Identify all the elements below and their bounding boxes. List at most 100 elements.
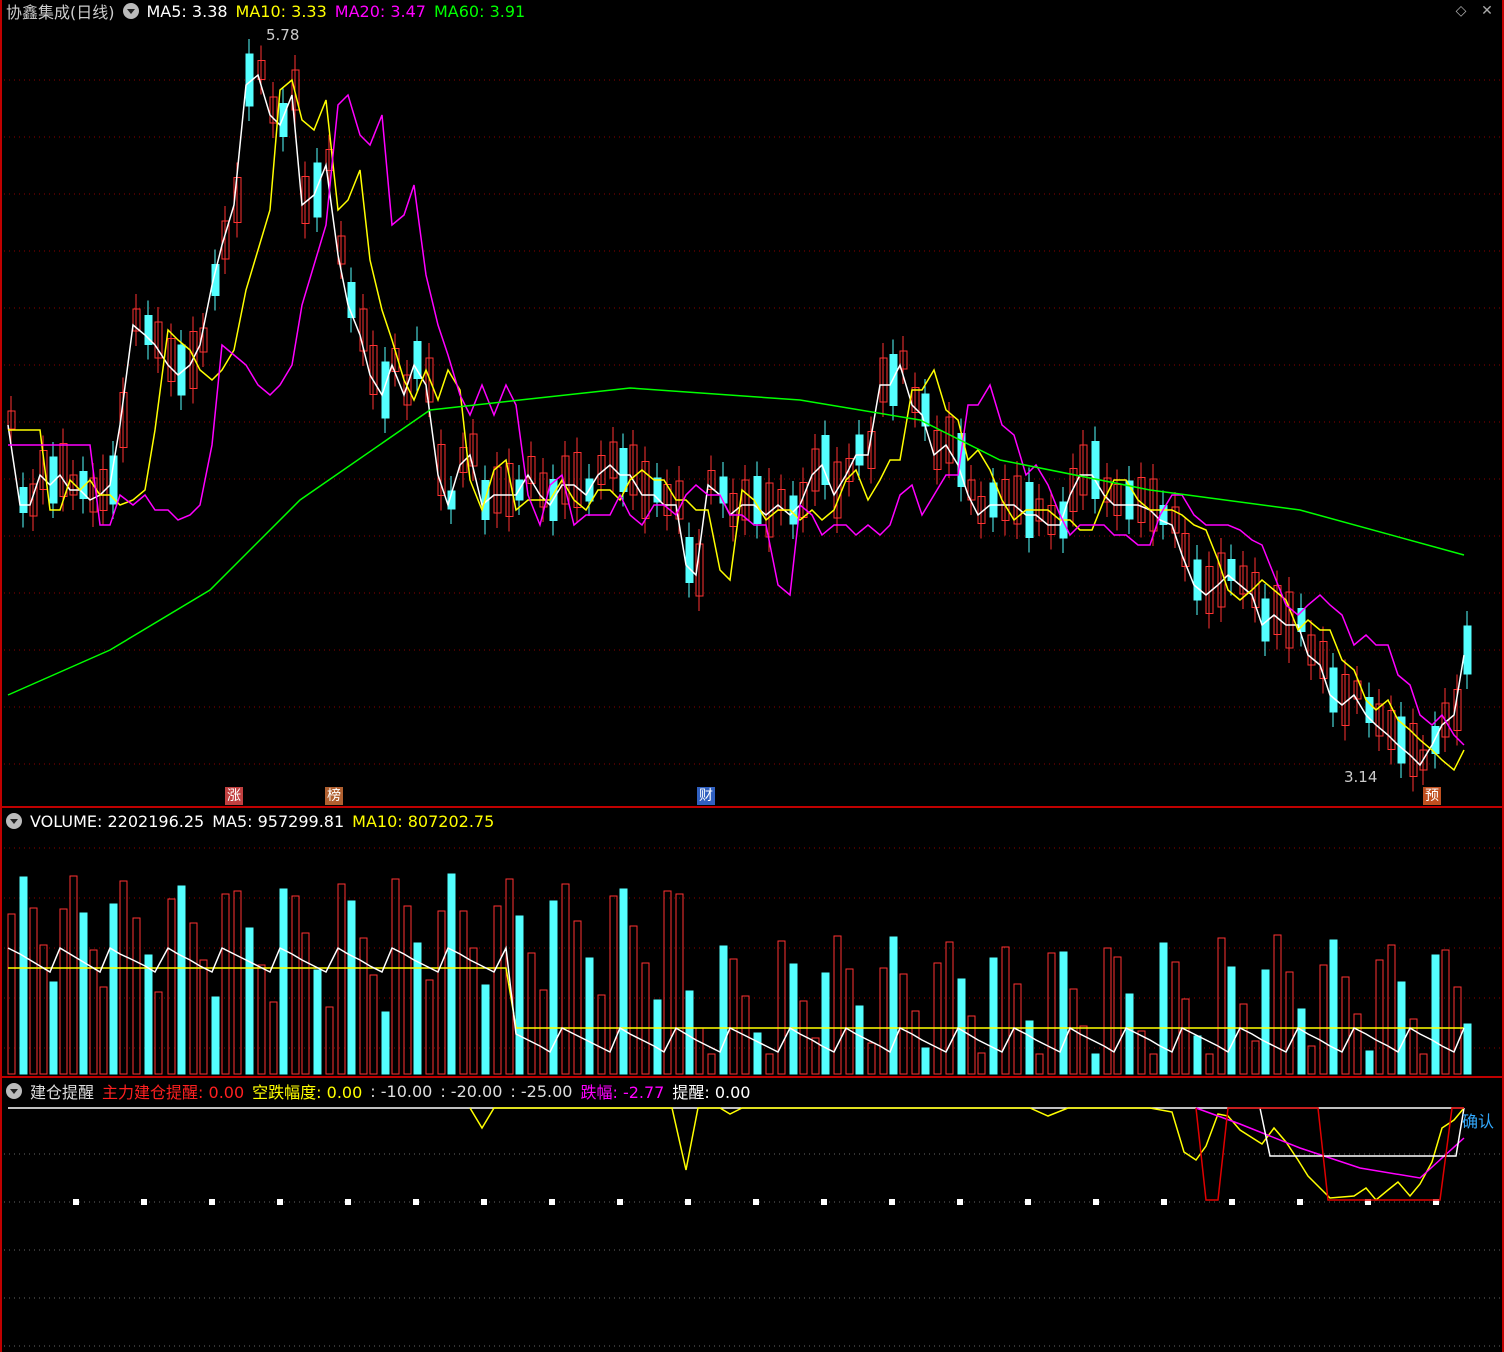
candle-body bbox=[1091, 441, 1100, 499]
indicator-dot bbox=[277, 1199, 283, 1205]
ma5-line bbox=[7, 73, 1465, 767]
ma5-legend: MA5: 3.38 bbox=[146, 1, 228, 21]
dropdown-icon[interactable] bbox=[6, 813, 22, 829]
volume-bar bbox=[845, 968, 854, 1075]
volume-bar bbox=[132, 917, 141, 1075]
volume-bar bbox=[1079, 1025, 1088, 1075]
volume-legend: VOLUME: 2202196.25 MA5: 957299.81 MA10: … bbox=[6, 810, 502, 832]
volume-bar bbox=[79, 912, 88, 1075]
volume-bar bbox=[49, 981, 58, 1075]
indicator-name[interactable]: 建仓提醒 bbox=[30, 1079, 94, 1103]
volume-bar bbox=[1251, 1040, 1260, 1075]
volume-bar bbox=[177, 885, 186, 1075]
volume-bar bbox=[1181, 998, 1190, 1075]
volume-bar bbox=[945, 941, 954, 1075]
volume-bar bbox=[119, 880, 128, 1075]
tag-cai[interactable]: 财 bbox=[697, 787, 715, 805]
diamond-icon[interactable]: ◇ bbox=[1452, 2, 1470, 20]
volume-bar bbox=[279, 888, 288, 1075]
volume-bar bbox=[597, 994, 606, 1075]
dropdown-icon[interactable] bbox=[6, 1083, 22, 1099]
zl-legend: 主力建仓提醒: 0.00 bbox=[102, 1083, 245, 1102]
volume-bar bbox=[7, 913, 16, 1075]
tag-yu[interactable]: 预 bbox=[1423, 787, 1441, 805]
volume-bar bbox=[619, 888, 628, 1075]
indicator-dot bbox=[889, 1199, 895, 1205]
volume-value: VOLUME: 2202196.25 bbox=[30, 811, 205, 831]
volume-bar bbox=[753, 1032, 762, 1075]
volume-bar bbox=[977, 1052, 986, 1075]
volume-bar bbox=[1341, 976, 1350, 1075]
volume-bar bbox=[381, 1011, 390, 1075]
volume-bar bbox=[911, 1010, 920, 1075]
volume-bar bbox=[1239, 1003, 1248, 1075]
volume-bar bbox=[719, 945, 728, 1075]
candle-body bbox=[1193, 559, 1202, 601]
volume-bar bbox=[19, 876, 28, 1075]
indicator-panel[interactable]: 建仓提醒 主力建仓提醒: 0.00 空跌幅度: 0.00 : -10.00 : … bbox=[0, 1078, 1504, 1352]
df-line bbox=[1195, 1107, 1465, 1179]
volume-bar bbox=[641, 962, 650, 1075]
indicator-legend: 建仓提醒 主力建仓提醒: 0.00 空跌幅度: 0.00 : -10.00 : … bbox=[6, 1080, 758, 1102]
volume-bar bbox=[653, 999, 662, 1075]
candle-body bbox=[1329, 667, 1338, 713]
volume-chart[interactable] bbox=[0, 808, 1504, 1076]
volume-bar bbox=[899, 973, 908, 1075]
volume-bar bbox=[1329, 939, 1338, 1075]
volume-bar bbox=[403, 905, 412, 1075]
stock-title[interactable]: 协鑫集成(日线) bbox=[6, 0, 115, 23]
volume-bar bbox=[879, 967, 888, 1075]
volume-bar bbox=[447, 873, 456, 1075]
volume-bar bbox=[269, 1001, 278, 1075]
ma10-legend: MA10: 3.33 bbox=[235, 1, 327, 21]
indicator-dot bbox=[617, 1199, 623, 1205]
volume-bar bbox=[154, 991, 163, 1075]
volume-bar bbox=[369, 974, 378, 1075]
dropdown-icon[interactable] bbox=[122, 3, 139, 19]
level-25: : -25.00 bbox=[510, 1081, 573, 1101]
volume-bar bbox=[967, 1015, 976, 1075]
indicator-dot bbox=[345, 1199, 351, 1205]
candle-body bbox=[753, 476, 762, 524]
candle-body bbox=[1431, 726, 1440, 754]
volume-bar bbox=[1091, 1053, 1100, 1075]
volume-bar bbox=[1273, 934, 1282, 1075]
volume-bar bbox=[629, 925, 638, 1075]
volume-bar bbox=[325, 1006, 334, 1075]
volume-bar bbox=[855, 1005, 864, 1075]
candle-body bbox=[1463, 625, 1472, 675]
volume-bar bbox=[989, 957, 998, 1075]
volume-bar bbox=[211, 996, 220, 1075]
volume-bar bbox=[675, 893, 684, 1075]
indicator-dot bbox=[1297, 1199, 1303, 1205]
volume-bar bbox=[291, 895, 300, 1075]
volume-bar bbox=[957, 978, 966, 1075]
candle-body bbox=[313, 162, 322, 218]
indicator-dot bbox=[481, 1199, 487, 1205]
volume-bar bbox=[549, 900, 558, 1075]
volume-bar bbox=[257, 964, 266, 1075]
volume-chart-panel[interactable]: VOLUME: 2202196.25 MA5: 957299.81 MA10: … bbox=[0, 808, 1504, 1076]
indicator-chart[interactable] bbox=[0, 1078, 1504, 1352]
volume-bar bbox=[199, 959, 208, 1075]
price-chart[interactable] bbox=[0, 0, 1504, 806]
indicator-dot bbox=[413, 1199, 419, 1205]
candle-body bbox=[855, 434, 864, 466]
volume-ma10-line bbox=[8, 967, 1464, 1029]
price-chart-panel[interactable]: 协鑫集成(日线) MA5: 3.38 MA10: 3.33 MA20: 3.47… bbox=[0, 0, 1504, 806]
volume-bar bbox=[515, 915, 524, 1075]
tag-zhang[interactable]: 涨 bbox=[225, 787, 243, 805]
volume-bar bbox=[1159, 942, 1168, 1075]
ma20-line bbox=[8, 93, 1465, 746]
tag-bang[interactable]: 榜 bbox=[325, 787, 343, 805]
volume-bar bbox=[1453, 986, 1462, 1075]
left-border bbox=[0, 0, 2, 1352]
close-icon[interactable]: ✕ bbox=[1478, 2, 1496, 20]
candle-body bbox=[719, 476, 728, 504]
volume-bar bbox=[99, 986, 108, 1075]
level-10: : -10.00 bbox=[370, 1081, 433, 1101]
ma60-line bbox=[7, 387, 1465, 696]
indicator-dot bbox=[549, 1199, 555, 1205]
level-20: : -20.00 bbox=[440, 1081, 503, 1101]
volume-bar bbox=[707, 1053, 716, 1075]
